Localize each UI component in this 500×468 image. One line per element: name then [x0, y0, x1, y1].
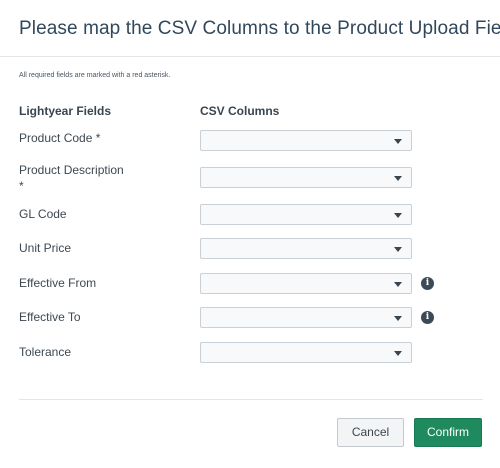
- field-label-unit-price: Unit Price: [19, 241, 72, 255]
- chevron-down-icon: [394, 139, 402, 144]
- select-unit-price[interactable]: [200, 238, 412, 259]
- confirm-button[interactable]: Confirm: [414, 418, 482, 447]
- lightyear-fields-header: Lightyear Fields: [19, 104, 112, 118]
- select-tolerance[interactable]: [200, 342, 412, 363]
- select-product-code[interactable]: [200, 130, 412, 151]
- select-gl-code[interactable]: [200, 204, 412, 225]
- field-label-product-description: Product Description *: [19, 163, 124, 193]
- select-effective-from[interactable]: [200, 273, 412, 294]
- chevron-down-icon: [394, 351, 402, 356]
- chevron-down-icon: [394, 316, 402, 321]
- field-label-effective-to: Effective To: [19, 310, 81, 324]
- required-fields-hint: All required fields are marked with a re…: [19, 72, 171, 79]
- field-label-tolerance: Tolerance: [19, 345, 72, 359]
- select-effective-to[interactable]: [200, 307, 412, 328]
- footer-divider: [19, 399, 483, 400]
- dialog-title: Please map the CSV Columns to the Produc…: [19, 18, 500, 39]
- info-icon[interactable]: i: [421, 311, 434, 324]
- cancel-button[interactable]: Cancel: [337, 418, 404, 447]
- field-label-product-code: Product Code *: [19, 131, 101, 145]
- title-divider: [0, 56, 500, 57]
- chevron-down-icon: [394, 247, 402, 252]
- chevron-down-icon: [394, 213, 402, 218]
- chevron-down-icon: [394, 282, 402, 287]
- csv-mapping-dialog: Please map the CSV Columns to the Produc…: [0, 0, 500, 468]
- field-label-effective-from: Effective From: [19, 276, 97, 290]
- field-label-gl-code: GL Code: [19, 207, 67, 221]
- chevron-down-icon: [394, 176, 402, 181]
- csv-columns-header: CSV Columns: [200, 104, 280, 118]
- select-product-description[interactable]: [200, 167, 412, 188]
- info-icon[interactable]: i: [421, 277, 434, 290]
